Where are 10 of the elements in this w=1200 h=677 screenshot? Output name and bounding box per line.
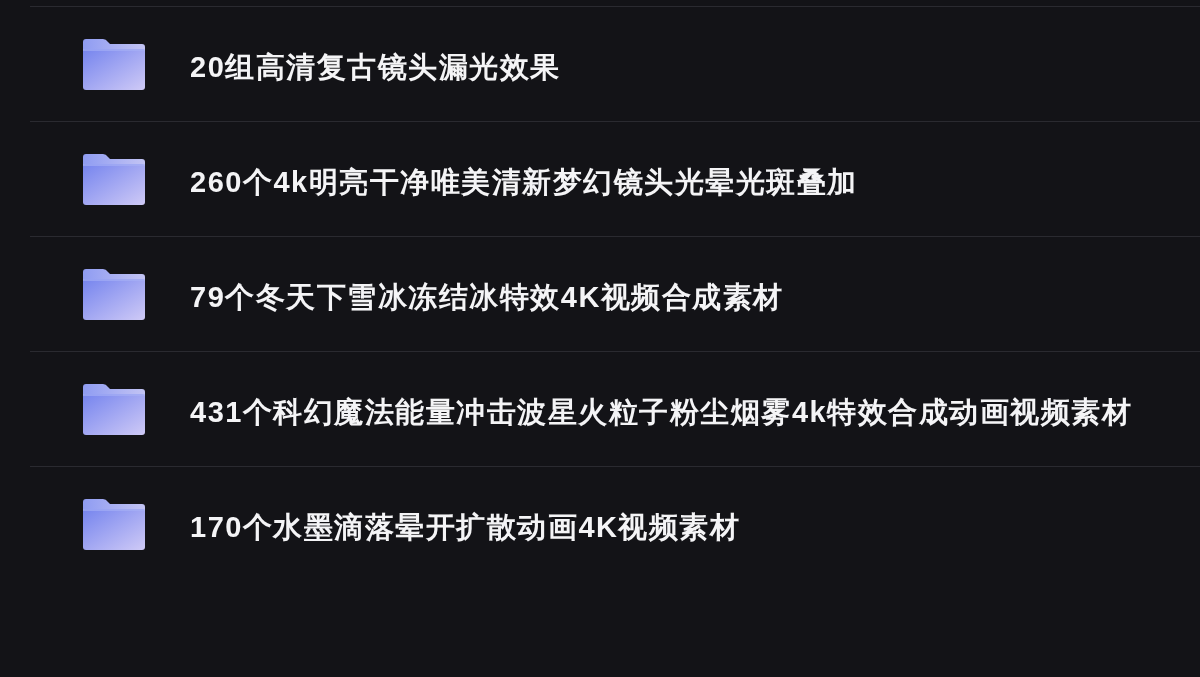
folder-icon [83, 38, 145, 90]
folder-name[interactable]: 170个水墨滴落晕开扩散动画4K视频素材 [190, 509, 741, 545]
folder-name[interactable]: 260个4k明亮干净唯美清新梦幻镜头光晕光斑叠加 [190, 164, 858, 200]
folder-name[interactable]: 20组高清复古镜头漏光效果 [190, 49, 561, 85]
folder-icon [83, 498, 145, 550]
folder-icon [83, 268, 145, 320]
folder-name[interactable]: 79个冬天下雪冰冻结冰特效4K视频合成素材 [190, 279, 784, 315]
folder-icon [83, 383, 145, 435]
folder-icon [83, 153, 145, 205]
folder-name[interactable]: 431个科幻魔法能量冲击波星火粒子粉尘烟雾4k特效合成动画视频素材 [190, 394, 1133, 430]
